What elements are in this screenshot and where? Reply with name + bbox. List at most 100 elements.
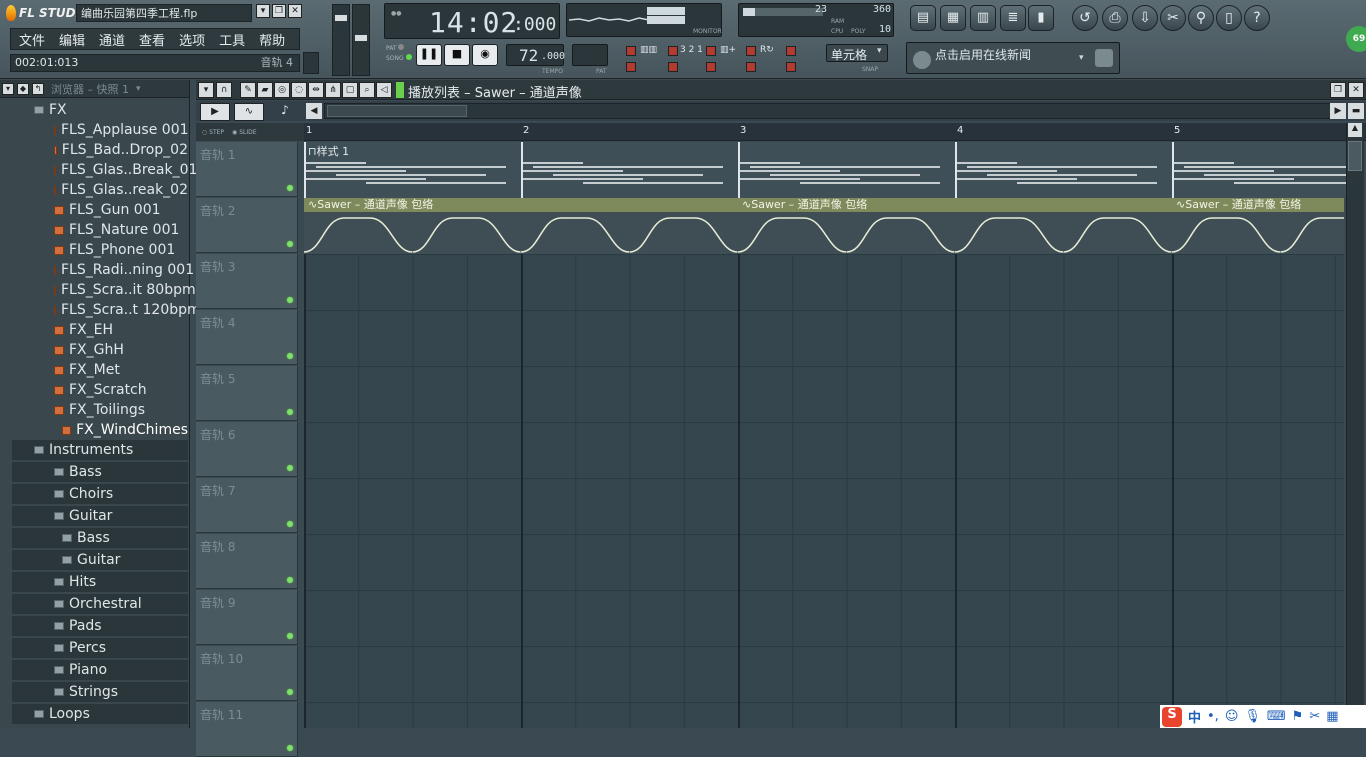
track-header[interactable]: 音轨 3 <box>196 254 298 309</box>
browser-file[interactable]: FX_GhH <box>12 340 188 360</box>
search-icon[interactable]: ⚲ <box>1188 5 1214 31</box>
browser-file[interactable]: FLS_Radi..ning 001 <box>12 260 194 280</box>
browser-file[interactable]: FLS_Bad..Drop_02 <box>12 140 188 160</box>
track-header[interactable]: 音轨 9 <box>196 590 298 645</box>
browser-file[interactable]: FLS_Nature 001 <box>12 220 188 240</box>
pattern-clip[interactable] <box>955 142 1172 198</box>
select-icon[interactable]: ▢ <box>342 82 358 98</box>
browser-view-icon[interactable]: ≣ <box>1000 5 1026 31</box>
save-icon[interactable]: ⎙ <box>1102 5 1128 31</box>
playlist-menu-icon[interactable]: ▾ <box>198 82 214 98</box>
track-active-led[interactable] <box>287 409 293 415</box>
browser-folder[interactable]: Strings <box>12 682 188 702</box>
track-active-led[interactable] <box>287 465 293 471</box>
automation-clip[interactable]: ∿Sawer – 通道声像 包络 <box>1172 198 1344 254</box>
microphone-icon[interactable]: 🎙 <box>1244 709 1261 724</box>
blend-icon[interactable] <box>706 62 716 72</box>
keyboard-icon[interactable]: ⌨ <box>1267 709 1286 724</box>
typing-keyboard-icon[interactable] <box>706 46 716 56</box>
help-icon[interactable]: ? <box>1244 5 1270 31</box>
stop-button[interactable]: ■ <box>444 44 470 66</box>
paint-icon[interactable]: ▰ <box>257 82 273 98</box>
scroll-icon[interactable] <box>746 62 756 72</box>
browser-folder[interactable]: Orchestral <box>12 594 188 614</box>
browser-folder[interactable]: FX <box>12 100 188 120</box>
tools-icon[interactable]: ✂ <box>1160 5 1186 31</box>
slide-option[interactable]: ◉ SLIDE <box>232 129 257 136</box>
pattern-clip[interactable] <box>521 142 738 198</box>
multilink-icon[interactable] <box>786 62 796 72</box>
menu-file[interactable]: 文件 <box>19 30 45 49</box>
restore-icon[interactable]: ❐ <box>272 4 286 18</box>
browser-file[interactable]: FX_Scratch <box>12 380 188 400</box>
pattern-number[interactable] <box>572 44 608 66</box>
track-active-led[interactable] <box>287 633 293 639</box>
track-active-led[interactable] <box>287 521 293 527</box>
delete-icon[interactable]: ◎ <box>274 82 290 98</box>
scroll-thumb[interactable] <box>1348 141 1362 171</box>
browser-collapse-icon[interactable]: ◆ <box>17 82 29 95</box>
menu-edit[interactable]: 编辑 <box>59 30 85 49</box>
tab-automation-icon[interactable]: ∿ <box>234 103 264 121</box>
mixer-view-icon[interactable]: ▮ <box>1028 5 1054 31</box>
browser-folder[interactable]: Guitar <box>12 506 188 526</box>
browser-folder[interactable]: Loops <box>12 704 188 724</box>
wait-icon[interactable] <box>668 62 678 72</box>
settings-icon[interactable]: ✂ <box>1309 709 1320 724</box>
step-sequencer-icon[interactable]: ▦ <box>940 5 966 31</box>
sogou-icon[interactable]: S <box>1162 706 1182 727</box>
close-icon[interactable]: ✕ <box>288 4 302 18</box>
browser-back-icon[interactable]: ↰ <box>32 82 44 95</box>
menu-options[interactable]: 选项 <box>179 30 205 49</box>
magnet-icon[interactable]: ∩ <box>216 82 232 98</box>
menu-channels[interactable]: 通道 <box>99 30 125 49</box>
pause-button[interactable]: ❚❚ <box>416 44 442 66</box>
track-active-led[interactable] <box>287 241 293 247</box>
track-header[interactable]: 音轨 10 <box>196 646 298 701</box>
zoom-handle-icon[interactable]: ▬ <box>1348 103 1364 119</box>
browser-file[interactable]: FLS_Applause 001 <box>12 120 189 140</box>
close-icon[interactable]: ✕ <box>1348 82 1364 98</box>
pattern-clip[interactable]: ⊓样式 1 <box>304 142 521 198</box>
master-pitch-slider[interactable] <box>352 4 370 76</box>
slip-icon[interactable]: ⇹ <box>308 82 324 98</box>
pencil-icon[interactable]: ✎ <box>240 82 256 98</box>
horizontal-scrollbar[interactable] <box>324 103 1336 119</box>
browser-file[interactable]: FLS_Scra..it 80bpm <box>12 280 196 300</box>
vertical-scrollbar[interactable]: ▲ <box>1346 123 1364 728</box>
browser-folder[interactable]: Choirs <box>12 484 188 504</box>
online-news-panel[interactable]: 点击启用在线新闻 ▾ <box>906 42 1120 74</box>
tab-audio-icon[interactable]: ♪ <box>270 103 300 121</box>
emoji-icon[interactable]: ☺ <box>1225 709 1239 724</box>
master-volume-slider[interactable] <box>332 4 350 76</box>
news-user-icon[interactable] <box>1095 49 1113 67</box>
browser-folder[interactable]: Hits <box>12 572 188 592</box>
restore-icon[interactable]: ❐ <box>1330 82 1346 98</box>
punctuation-icon[interactable]: •, <box>1207 709 1219 724</box>
record-button[interactable]: ◉ <box>472 44 498 66</box>
browser-folder[interactable]: Bass <box>12 462 188 482</box>
metronome-icon[interactable] <box>626 46 636 56</box>
overdub-icon[interactable] <box>786 46 796 56</box>
document-icon[interactable]: ▯ <box>1216 5 1242 31</box>
menu-arrow-icon[interactable]: ▾ <box>256 4 270 18</box>
loop-record-icon[interactable] <box>746 46 756 56</box>
browser-file[interactable]: FLS_Phone 001 <box>12 240 188 260</box>
browser-file[interactable]: FX_WindChimes <box>12 420 188 440</box>
playlist-view-icon[interactable]: ▤ <box>910 5 936 31</box>
track-active-led[interactable] <box>287 689 293 695</box>
browser-folder[interactable]: Bass <box>12 528 188 548</box>
countdown-icon[interactable] <box>668 46 678 56</box>
browser-file[interactable]: FX_EH <box>12 320 188 340</box>
piano-roll-icon[interactable]: ▥ <box>970 5 996 31</box>
scroll-left-icon[interactable]: ◀ <box>306 103 322 119</box>
snap-select[interactable]: 单元格 ▾ <box>826 44 888 62</box>
track-header[interactable]: 音轨 4 <box>196 310 298 365</box>
zoom-icon[interactable]: ⌕ <box>359 82 375 98</box>
menu-view[interactable]: 查看 <box>139 30 165 49</box>
output-icon[interactable] <box>303 52 319 74</box>
track-active-led[interactable] <box>287 577 293 583</box>
scroll-right-icon[interactable]: ▶ <box>1330 103 1346 119</box>
browser-folder[interactable]: Instruments <box>12 440 188 460</box>
browser-file[interactable]: FX_Toilings <box>12 400 188 420</box>
